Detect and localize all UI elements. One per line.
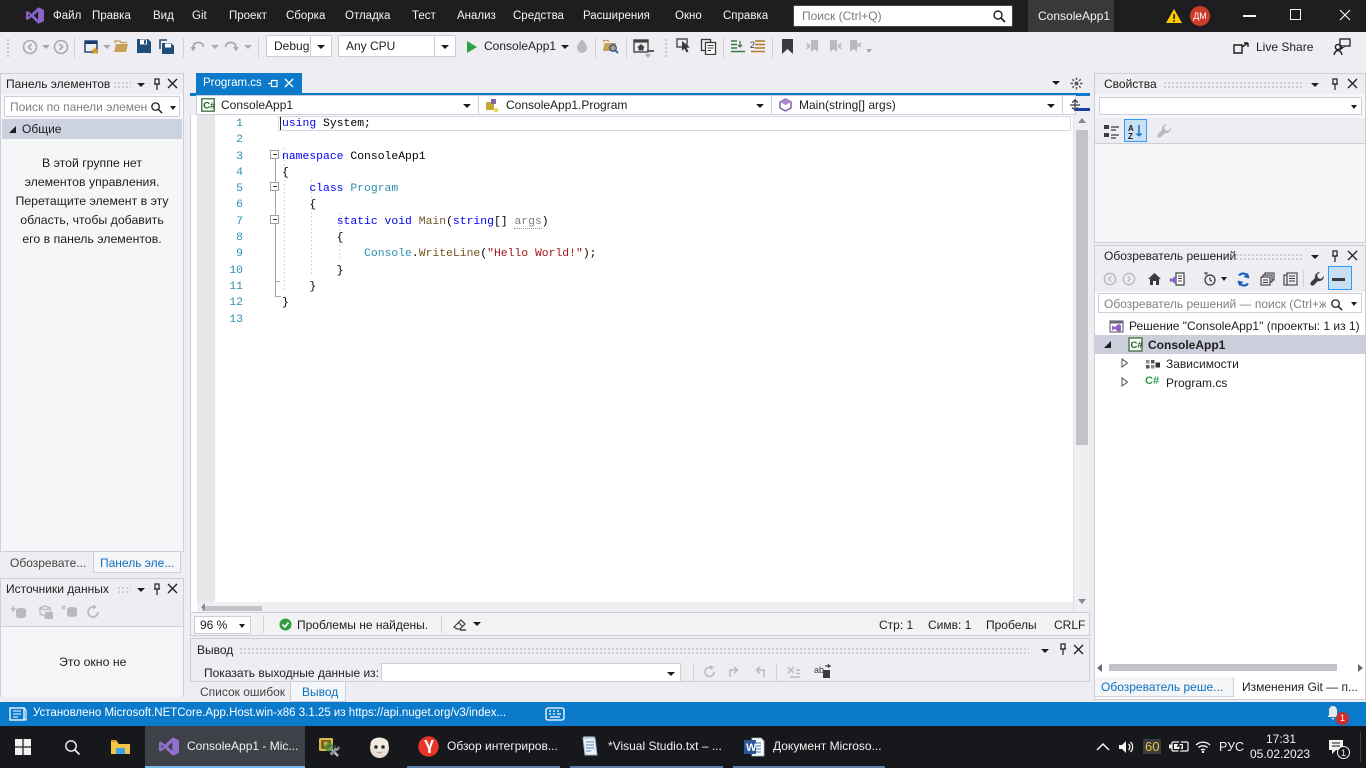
svg-text:C#: C# bbox=[1131, 340, 1144, 351]
svg-text:Z: Z bbox=[1128, 132, 1133, 139]
svg-text:2: 2 bbox=[750, 40, 755, 50]
svg-text:C#: C# bbox=[203, 101, 215, 112]
svg-text:W: W bbox=[746, 742, 757, 754]
svg-text:ab: ab bbox=[814, 665, 824, 675]
